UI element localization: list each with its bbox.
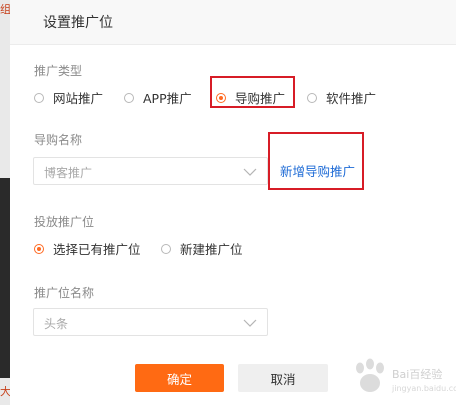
dialog-title: 设置推广位 [43, 15, 113, 31]
radio-label: 新建推广位 [180, 242, 243, 257]
background-dark-strip [0, 178, 10, 378]
promotion-type-label: 推广类型 [34, 64, 83, 78]
baidu-jingyan-watermark: Bai百经验 jingyan.baidu.com [348, 352, 456, 400]
guide-name-select[interactable]: 博客推广 [33, 157, 268, 185]
radio-select-existing-slot[interactable]: 选择已有推广位 [34, 239, 141, 258]
radio-label: 网站推广 [53, 91, 104, 106]
radio-app-promotion[interactable]: APP推广 [124, 88, 192, 107]
radio-circle [124, 92, 134, 103]
annotation-highlight-box [268, 132, 364, 190]
guide-name-selected-value: 博客推广 [44, 166, 93, 180]
radio-website-promotion[interactable]: 网站推广 [34, 88, 103, 107]
background-text-fragment: 大 [0, 386, 10, 398]
watermark-url: jingyan.baidu.com [392, 384, 456, 393]
cancel-button[interactable]: 取消 [238, 364, 328, 392]
background-text-fragment: 组 [0, 4, 10, 16]
radio-circle [161, 243, 171, 254]
paw-logo-icon [356, 358, 384, 392]
set-promotion-slot-dialog: 设置推广位 推广类型 网站推广 APP推广 导购推广 软件推广 导购名称 博客推… [10, 0, 456, 405]
radio-software-promotion[interactable]: 软件推广 [307, 88, 376, 107]
radio-label: 软件推广 [326, 91, 377, 106]
background-page-edge: 组 大 [0, 0, 10, 405]
watermark-text: Bai百经验 [392, 368, 443, 381]
confirm-button[interactable]: 确定 [135, 364, 224, 392]
radio-label: 选择已有推广位 [53, 242, 141, 257]
guide-name-label: 导购名称 [34, 133, 83, 147]
annotation-highlight-box [210, 76, 295, 108]
chevron-down-icon [243, 319, 257, 327]
radio-circle [34, 92, 44, 103]
slot-name-label: 推广位名称 [34, 286, 95, 300]
radio-circle-checked [34, 243, 44, 254]
radio-label: APP推广 [143, 91, 192, 106]
slot-name-select[interactable]: 头条 [33, 308, 268, 336]
slot-name-selected-value: 头条 [44, 317, 69, 331]
radio-circle [307, 92, 317, 103]
radio-create-new-slot[interactable]: 新建推广位 [161, 239, 243, 258]
dialog-header: 设置推广位 [10, 0, 456, 45]
chevron-down-icon [243, 168, 257, 176]
placement-label: 投放推广位 [34, 215, 95, 229]
